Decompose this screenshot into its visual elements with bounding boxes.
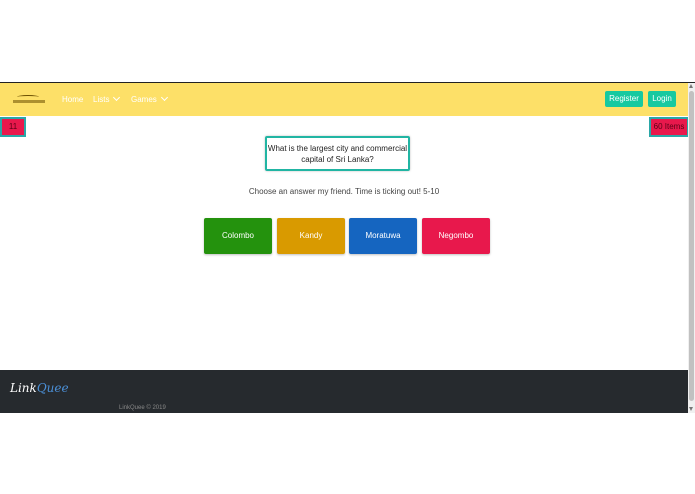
- answer-button-kandy[interactable]: Kandy: [277, 218, 345, 254]
- answer-button-colombo[interactable]: Colombo: [204, 218, 272, 254]
- items-badge: 60 Items: [649, 117, 689, 137]
- footer-logo-quee: Quee: [36, 381, 69, 395]
- copyright-text: LinkQuee © 2019: [119, 405, 166, 411]
- chevron-down-icon: [160, 93, 168, 102]
- register-button[interactable]: Register: [605, 91, 643, 107]
- nav-home-link[interactable]: Home: [62, 95, 83, 104]
- login-button[interactable]: Login: [648, 91, 676, 107]
- footer-logo-link: Link: [10, 381, 37, 395]
- nav-lists-dropdown[interactable]: Lists: [93, 93, 121, 104]
- instruction-text: Choose an answer my friend. Time is tick…: [248, 187, 440, 196]
- navbar: Home Lists Games Register Login: [0, 83, 688, 116]
- nav-lists-label: Lists: [93, 95, 110, 104]
- footer: LinkQuee LinkQuee © 2019: [0, 370, 688, 413]
- score-badge: 11: [0, 117, 26, 137]
- scroll-down-arrow-icon[interactable]: [689, 407, 693, 411]
- answer-button-moratuwa[interactable]: Moratuwa: [349, 218, 417, 254]
- nav-games-dropdown[interactable]: Games: [131, 93, 168, 104]
- question-box: What is the largest city and commercial …: [265, 136, 410, 171]
- chevron-down-icon: [113, 93, 121, 102]
- browser-viewport: Home Lists Games Register Login 11 60 It…: [0, 82, 695, 413]
- nav-games-label: Games: [131, 95, 157, 104]
- scrollbar-thumb[interactable]: [689, 91, 694, 401]
- vertical-scrollbar[interactable]: [688, 83, 695, 413]
- answer-button-negombo[interactable]: Negombo: [422, 218, 490, 254]
- scroll-up-arrow-icon[interactable]: [689, 84, 693, 88]
- brand-logo[interactable]: [13, 93, 45, 107]
- footer-logo[interactable]: LinkQuee: [10, 381, 69, 395]
